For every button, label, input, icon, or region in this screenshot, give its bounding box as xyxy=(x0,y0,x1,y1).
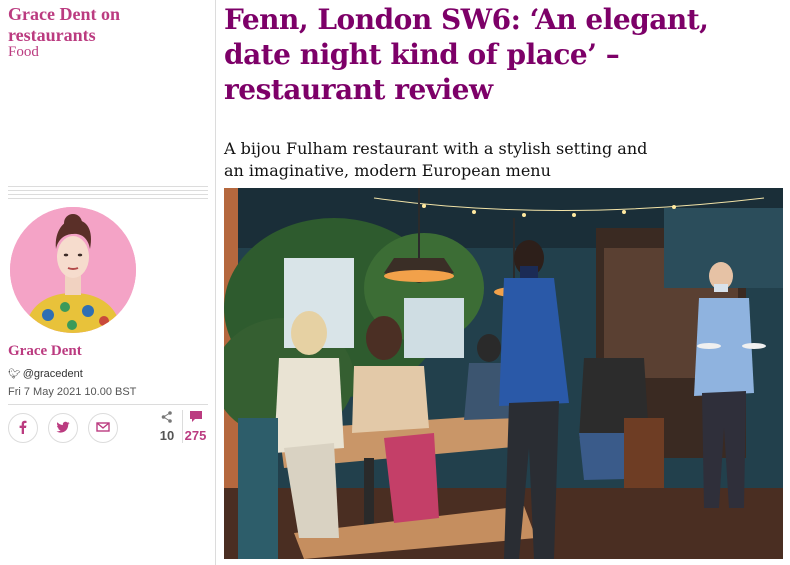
divider-rules xyxy=(8,186,208,200)
meta-column: Grace Dent on restaurants Food Grace Den… xyxy=(8,0,208,565)
section-label[interactable]: Food xyxy=(8,44,39,61)
twitter-share-button[interactable] xyxy=(48,413,78,443)
facebook-icon xyxy=(16,419,30,438)
publish-date: Fri 7 May 2021 10.00 BST xyxy=(8,386,137,398)
comment-count-value: 275 xyxy=(184,428,207,443)
email-icon xyxy=(96,419,110,438)
article-standfirst: A bijou Fulham restaurant with a stylish… xyxy=(224,139,648,180)
twitter-handle[interactable]: 🐦︎ @gracedent xyxy=(8,368,83,380)
twitter-handle-text: @gracedent xyxy=(22,368,83,380)
engagement-counts: 10 275 xyxy=(154,410,210,446)
avatar xyxy=(10,207,136,333)
author-name[interactable]: Grace Dent xyxy=(8,343,82,360)
comment-icon xyxy=(183,410,208,426)
article-headline: Fenn, London SW6: ‘An elegant, date nigh… xyxy=(224,3,709,106)
column-divider xyxy=(215,0,216,565)
facebook-share-button[interactable] xyxy=(8,413,38,443)
share-icon xyxy=(154,410,180,426)
twitter-icon xyxy=(56,419,70,438)
comment-count[interactable]: 275 xyxy=(182,410,208,443)
series-title[interactable]: Grace Dent on restaurants xyxy=(8,4,208,46)
twitter-bird-icon: 🐦︎ xyxy=(8,368,21,380)
main-image xyxy=(224,188,783,559)
share-count-value: 10 xyxy=(159,428,175,443)
divider xyxy=(8,404,208,405)
share-count[interactable]: 10 xyxy=(154,410,180,443)
email-share-button[interactable] xyxy=(88,413,118,443)
